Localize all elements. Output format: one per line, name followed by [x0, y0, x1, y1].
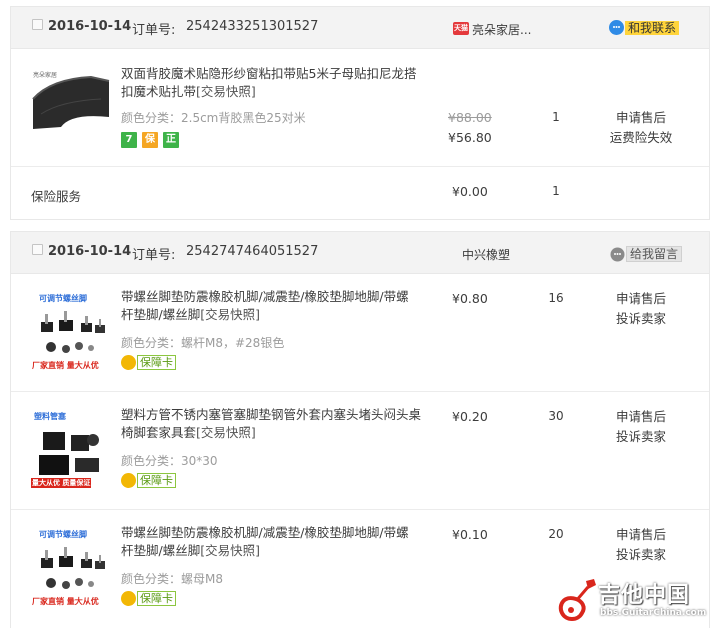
chat-bubble-icon [609, 20, 624, 35]
order-date: 2016-10-14 [48, 244, 132, 259]
after-sale-link[interactable]: 申请售后 [601, 407, 681, 427]
product-title: 塑料方管不锈内塞管塞脚垫钢管外套内塞头堵头闷头桌椅脚套家具套 [121, 407, 422, 440]
leave-message-button[interactable]: 给我留言 [610, 246, 683, 262]
product-spec: 颜色分类：30*30 [121, 454, 218, 468]
thumb-caption-bottom: 量大从优 质量保证 [31, 478, 92, 488]
genuine-icon[interactable]: 正 [163, 132, 179, 148]
watermark-url: bbs.GuitarChina.com [600, 608, 707, 618]
thumb-caption-top: 可调节螺丝脚 [39, 294, 87, 303]
actions: 申请售后 投诉卖家 [601, 407, 681, 447]
order-number: 2542747464051527 [186, 244, 319, 259]
guitar-logo-icon [558, 579, 596, 621]
complain-seller-link[interactable]: 投诉卖家 [601, 427, 681, 447]
actions: 申请售后 运费险失效 [601, 108, 681, 148]
complain-seller-link[interactable]: 投诉卖家 [601, 545, 681, 565]
guarantee-icon [121, 355, 136, 370]
order-card: 2016-10-14 订单号: 2542747464051527 中兴橡塑 给我… [10, 231, 710, 628]
guarantee-card[interactable]: 保障卡 [121, 355, 176, 370]
product-title-link[interactable]: 带螺丝脚垫防震橡胶机脚/减震垫/橡胶垫脚地脚/带螺杆垫脚/螺丝脚[交易快照] [121, 524, 421, 560]
order-item-row: 亮朵家居 双面背胶魔术贴隐形纱窗粘扣带贴5米子母贴扣尼龙搭扣魔术贴扎带[交易快照… [11, 49, 709, 167]
after-sale-link[interactable]: 申请售后 [601, 108, 681, 128]
product-spec: 颜色分类：螺杆M8，#28银色 [121, 336, 285, 350]
guarantee-card[interactable]: 保障卡 [121, 591, 176, 606]
paid-price: ¥56.80 [448, 130, 492, 145]
after-sale-link[interactable]: 申请售后 [601, 289, 681, 309]
order-number: 2542433251301527 [186, 19, 319, 34]
service-badges: 7 保 正 [121, 132, 179, 148]
order-number-label: 订单号: [132, 23, 176, 38]
quantity: 16 [548, 291, 564, 305]
shop-name-link[interactable]: 亮朵家居... [472, 21, 531, 38]
order-item-row: 塑料管塞 量大从优 质量保证 塑料方管不锈内塞管塞脚垫钢管外套内塞头堵头闷头桌椅… [11, 392, 709, 510]
guarantee-icon[interactable]: 保 [142, 132, 158, 148]
freight-insurance-status: 运费险失效 [609, 130, 673, 145]
product-title: 双面背胶魔术贴隐形纱窗粘扣带贴5米子母贴扣尼龙搭扣魔术贴扎带 [121, 66, 417, 99]
snapshot-link[interactable]: [交易快照] [196, 425, 256, 440]
paid-price: ¥0.20 [452, 409, 488, 424]
contact-seller-button[interactable]: 和我联系 [609, 20, 680, 35]
product-title-link[interactable]: 双面背胶魔术贴隐形纱窗粘扣带贴5米子母贴扣尼龙搭扣魔术贴扎带[交易快照] [121, 65, 421, 101]
order-checkbox[interactable] [32, 19, 43, 30]
actions: 申请售后 投诉卖家 [601, 525, 681, 565]
guarantee-card[interactable]: 保障卡 [121, 473, 176, 488]
order-card: 2016-10-14 订单号: 2542433251301527 天猫 亮朵家居… [10, 6, 710, 220]
insurance-quantity: 1 [552, 184, 560, 198]
guarantee-label: 保障卡 [137, 591, 176, 606]
site-watermark: 吉他中国 bbs.GuitarChina.com [556, 575, 706, 625]
guarantee-icon [121, 591, 136, 606]
seven-day-return-icon[interactable]: 7 [121, 132, 137, 148]
product-thumbnail[interactable]: 可调节螺丝脚 厂家直销 量大从优 [31, 528, 111, 608]
guarantee-icon [121, 473, 136, 488]
order-header: 2016-10-14 订单号: 2542433251301527 天猫 亮朵家居… [11, 7, 709, 49]
order-date: 2016-10-14 [48, 19, 132, 34]
paid-price: ¥0.10 [452, 527, 488, 542]
paid-price: ¥0.80 [452, 291, 488, 306]
insurance-title: 保险服务 [31, 189, 82, 204]
product-spec: 颜色分类：螺母M8 [121, 572, 223, 586]
thumb-caption-bottom: 厂家直销 量大从优 [32, 361, 99, 370]
product-thumbnail[interactable]: 可调节螺丝脚 厂家直销 量大从优 [31, 292, 111, 372]
thumb-brand: 亮朵家居 [33, 72, 58, 79]
tmall-icon: 天猫 [453, 22, 469, 35]
product-spec: 颜色分类：2.5cm背胶黑色25对米 [121, 111, 306, 125]
order-item-row: 可调节螺丝脚 厂家直销 量大从优 带螺丝脚垫防震橡胶机脚/减震垫/橡胶垫脚地脚/… [11, 274, 709, 392]
insurance-price: ¥0.00 [452, 184, 488, 199]
product-title-link[interactable]: 带螺丝脚垫防震橡胶机脚/减震垫/橡胶垫脚地脚/带螺杆垫脚/螺丝脚[交易快照] [121, 288, 421, 324]
complain-seller-link[interactable]: 投诉卖家 [601, 309, 681, 329]
quantity: 30 [548, 409, 564, 423]
quantity: 20 [548, 527, 564, 541]
guarantee-label: 保障卡 [137, 473, 176, 488]
actions: 申请售后 投诉卖家 [601, 289, 681, 329]
watermark-title: 吉他中国 [598, 583, 691, 608]
original-price: ¥88.00 [448, 110, 492, 125]
order-checkbox[interactable] [32, 244, 43, 255]
message-label: 给我留言 [626, 246, 683, 262]
insurance-row: 保险服务 ¥0.00 1 [11, 167, 709, 219]
product-thumbnail[interactable]: 亮朵家居 [31, 69, 111, 149]
thumb-caption-bottom: 厂家直销 量大从优 [32, 597, 99, 606]
order-header: 2016-10-14 订单号: 2542747464051527 中兴橡塑 给我… [11, 232, 709, 274]
thumb-caption-top: 塑料管塞 [34, 412, 66, 421]
shop-name-link[interactable]: 中兴橡塑 [462, 246, 510, 263]
product-title-link[interactable]: 塑料方管不锈内塞管塞脚垫钢管外套内塞头堵头闷头桌椅脚套家具套[交易快照] [121, 406, 421, 442]
contact-label: 和我联系 [625, 20, 680, 35]
snapshot-link[interactable]: [交易快照] [196, 84, 256, 99]
product-title: 带螺丝脚垫防震橡胶机脚/减震垫/橡胶垫脚地脚/带螺杆垫脚/螺丝脚 [121, 525, 409, 558]
snapshot-link[interactable]: [交易快照] [200, 543, 260, 558]
product-title: 带螺丝脚垫防震橡胶机脚/减震垫/橡胶垫脚地脚/带螺杆垫脚/螺丝脚 [121, 289, 409, 322]
order-number-label: 订单号: [132, 248, 176, 263]
quantity: 1 [552, 110, 560, 124]
product-thumbnail[interactable]: 塑料管塞 量大从优 质量保证 [31, 410, 111, 490]
guarantee-label: 保障卡 [137, 355, 176, 370]
message-bubble-icon [610, 247, 625, 262]
after-sale-link[interactable]: 申请售后 [601, 525, 681, 545]
snapshot-link[interactable]: [交易快照] [200, 307, 260, 322]
thumb-caption-top: 可调节螺丝脚 [39, 530, 87, 539]
